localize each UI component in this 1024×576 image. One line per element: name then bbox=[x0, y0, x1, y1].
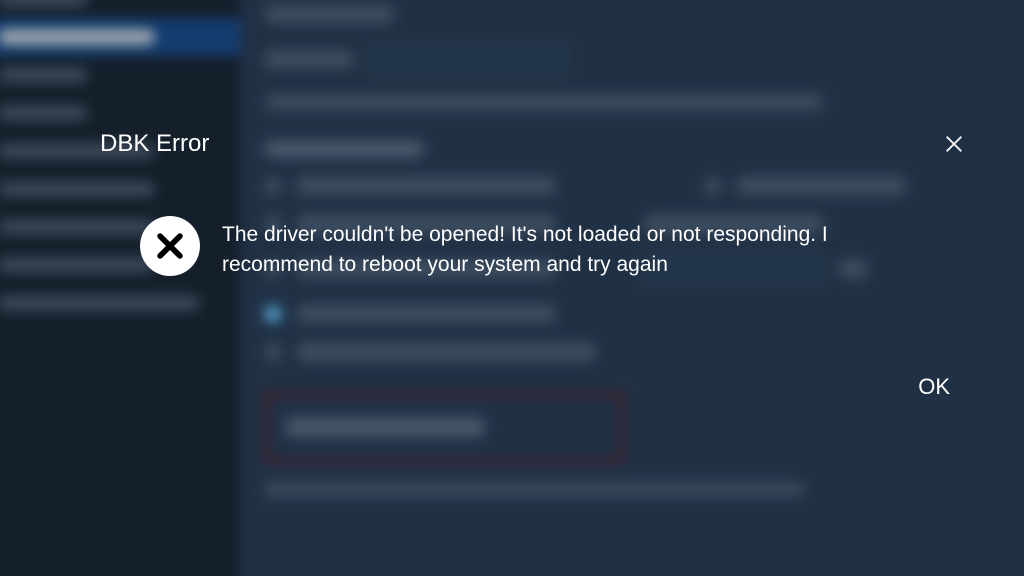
dialog-close-button[interactable] bbox=[938, 128, 970, 160]
error-icon bbox=[140, 216, 200, 276]
ok-button[interactable]: OK bbox=[898, 368, 970, 406]
dialog-message: The driver couldn't be opened! It's not … bbox=[222, 220, 922, 280]
close-icon bbox=[943, 133, 965, 155]
dialog-title: DBK Error bbox=[100, 130, 209, 158]
error-dialog: DBK Error The driver couldn't be opened!… bbox=[100, 128, 970, 406]
